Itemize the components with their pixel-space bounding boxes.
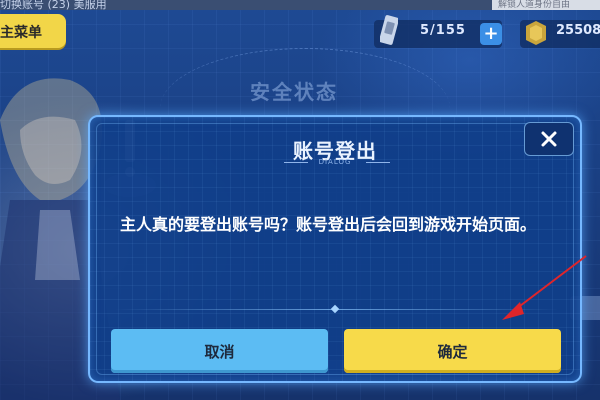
coins-value: 25508 xyxy=(556,23,600,38)
coin-icon xyxy=(526,21,546,45)
add-stamina-button[interactable]: + xyxy=(480,23,502,45)
top-right-text: 解锁人道身份自由 xyxy=(492,0,600,10)
top-left-text: 切换账号 (23) 美服用 xyxy=(0,0,107,11)
dialog-message: 主人真的要登出账号吗？账号登出后会回到游戏开始页面。 xyxy=(120,215,537,234)
logout-dialog: 账号登出 DIALOG 主人真的要登出账号吗？账号登出后会回到游戏开始页面。 取… xyxy=(88,115,582,383)
cancel-button[interactable]: 取消 xyxy=(111,329,328,373)
top-status-strip: 切换账号 (23) 美服用 解锁人道身份自由 xyxy=(0,0,600,11)
dialog-subtitle: DIALOG xyxy=(318,158,352,166)
close-button[interactable] xyxy=(524,122,574,156)
stamina-card-icon xyxy=(380,15,398,45)
close-x-icon xyxy=(541,131,557,147)
background-panel-title: 安全状态 xyxy=(250,80,338,104)
main-menu-button[interactable]: 主菜单 xyxy=(0,14,66,48)
annotation-arrow-icon xyxy=(502,255,587,320)
confirm-button[interactable]: 确定 xyxy=(344,329,561,373)
stamina-value: 5/155 xyxy=(420,23,466,38)
subtitle-line-right xyxy=(366,162,390,163)
